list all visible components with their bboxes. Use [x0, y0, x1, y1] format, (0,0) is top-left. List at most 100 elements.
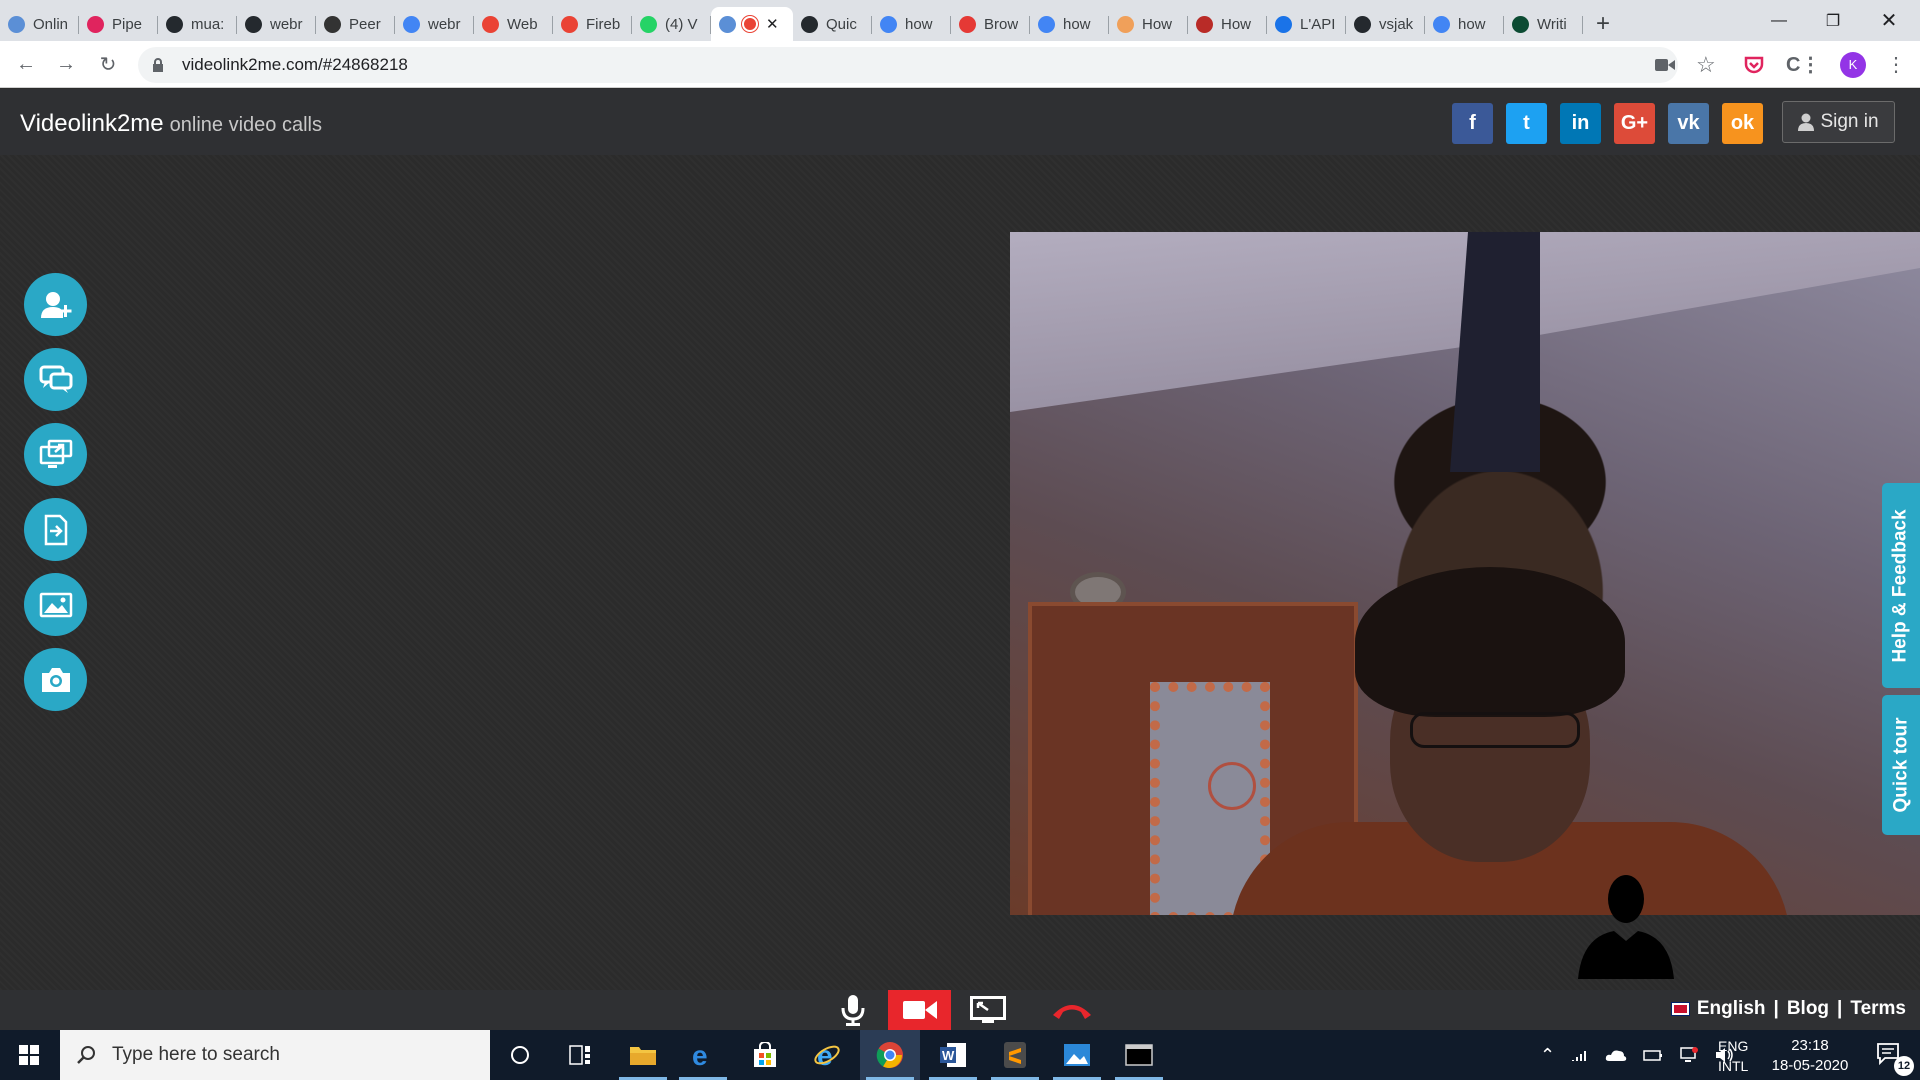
blog-link[interactable]: Blog	[1787, 998, 1829, 1020]
photos-button[interactable]	[1047, 1030, 1107, 1080]
vk-icon[interactable]: vk	[1668, 103, 1709, 144]
cortana-button[interactable]	[490, 1030, 550, 1080]
browser-tab[interactable]: mua:	[158, 7, 237, 41]
maximize-button[interactable]: ❐	[1806, 0, 1860, 41]
fullscreen-button[interactable]	[966, 990, 1010, 1030]
quick-tour-tab[interactable]: Quick tour	[1882, 695, 1920, 835]
address-bar[interactable]: videolink2me.com/#24868218	[138, 47, 1678, 83]
twitter-icon[interactable]: t	[1506, 103, 1547, 144]
tab-title: Fireb	[586, 15, 621, 33]
browser-tab[interactable]: Brow	[951, 7, 1030, 41]
chrome-button[interactable]	[860, 1030, 920, 1080]
browser-tab[interactable]: webr	[237, 7, 316, 41]
remote-video-feed[interactable]	[1010, 232, 1920, 915]
browser-tab[interactable]: Fireb	[553, 7, 632, 41]
close-tab-icon[interactable]: ✕	[766, 15, 779, 33]
minimize-button[interactable]: —	[1752, 0, 1806, 41]
taskbar-clock[interactable]: 23:18 18-05-2020	[1760, 1036, 1860, 1076]
microphone-button[interactable]	[833, 990, 873, 1030]
tab-strip: Onlin Pipe mua: webr Peer webr Web Fireb (4) V ✕ Q…	[0, 0, 1920, 41]
terminal-icon	[1125, 1044, 1153, 1066]
send-file-button[interactable]	[24, 498, 87, 561]
browser-tab[interactable]: How	[1188, 7, 1267, 41]
internet-explorer-button[interactable]: e	[797, 1030, 857, 1080]
chrome-icon	[482, 15, 499, 33]
terminal-button[interactable]	[1109, 1030, 1169, 1080]
browser-tab[interactable]: webr	[395, 7, 474, 41]
tab-title: How	[1221, 15, 1252, 33]
word-button[interactable]: W	[923, 1030, 983, 1080]
network-icon[interactable]	[1679, 1046, 1699, 1064]
browser-tab[interactable]: ✕	[711, 7, 793, 41]
lock-icon	[152, 58, 166, 72]
browser-tab[interactable]: how	[1425, 7, 1504, 41]
github-icon	[245, 15, 262, 33]
input-language-indicator[interactable]: ENG INTL	[1718, 1036, 1748, 1076]
browser-tab[interactable]: how	[872, 7, 951, 41]
forward-button[interactable]: →	[46, 44, 86, 84]
back-button[interactable]: ←	[6, 44, 46, 84]
browser-toolbar: ← → ↻ videolink2me.com/#24868218 ☆ C⋮ K …	[0, 41, 1920, 88]
browser-tab[interactable]: L'API	[1267, 7, 1346, 41]
browserling-icon	[959, 15, 976, 33]
start-button[interactable]	[0, 1030, 58, 1080]
google-plus-icon[interactable]: G+	[1614, 103, 1655, 144]
notifications-button[interactable]: 12	[1860, 1030, 1920, 1080]
file-explorer-button[interactable]	[613, 1030, 673, 1080]
profile-button[interactable]: K	[1840, 41, 1866, 88]
taskbar-search-box[interactable]: Type here to search	[60, 1030, 490, 1080]
onedrive-icon[interactable]	[1605, 1048, 1627, 1062]
tab-title: how	[1063, 15, 1091, 33]
send-image-button[interactable]	[24, 573, 87, 636]
browser-tab[interactable]: how	[1030, 7, 1109, 41]
task-view-button[interactable]	[550, 1030, 610, 1080]
browser-tab[interactable]: Writi	[1504, 7, 1583, 41]
site-brand[interactable]: Videolink2me online video calls	[20, 110, 322, 138]
search-placeholder: Type here to search	[112, 1044, 280, 1065]
reload-button[interactable]: ↻	[88, 44, 128, 84]
battery-icon[interactable]	[1643, 1048, 1663, 1062]
uk-flag-icon	[1670, 1002, 1690, 1016]
help-feedback-tab[interactable]: Help & Feedback	[1882, 483, 1920, 688]
camera-toggle-button[interactable]	[888, 990, 951, 1030]
browser-tab[interactable]: Pipe	[79, 7, 158, 41]
browser-tab[interactable]: How	[1109, 7, 1188, 41]
hang-up-button[interactable]	[1048, 990, 1096, 1030]
extension-icon[interactable]: C⋮	[1786, 41, 1820, 88]
photos-icon	[1064, 1044, 1090, 1066]
call-tools-sidebar	[24, 273, 87, 711]
sign-in-button[interactable]: Sign in	[1782, 101, 1895, 143]
snapshot-button[interactable]	[24, 648, 87, 711]
browser-tab[interactable]: Onlin	[0, 7, 79, 41]
pocket-extension-icon[interactable]	[1744, 41, 1764, 88]
video-clock	[1208, 762, 1256, 810]
invite-user-button[interactable]	[24, 273, 87, 336]
linkedin-icon[interactable]: in	[1560, 103, 1601, 144]
screen-share-button[interactable]	[24, 423, 87, 486]
chat-button[interactable]	[24, 348, 87, 411]
browser-menu-icon[interactable]: ⋮	[1886, 41, 1906, 88]
close-window-button[interactable]: ✕	[1862, 0, 1916, 41]
task-view-icon	[569, 1045, 590, 1065]
django-icon	[1512, 15, 1529, 33]
show-hidden-icons-icon[interactable]: ⌃	[1540, 1045, 1555, 1066]
wifi-icon[interactable]	[1571, 1047, 1589, 1063]
browser-tab[interactable]: Web	[474, 7, 553, 41]
google-icon	[1038, 15, 1055, 33]
browser-tab[interactable]: Quic	[793, 7, 872, 41]
edge-button[interactable]: e	[673, 1030, 733, 1080]
facebook-icon[interactable]: f	[1452, 103, 1493, 144]
terms-link[interactable]: Terms	[1850, 998, 1906, 1020]
new-tab-button[interactable]: +	[1583, 7, 1623, 41]
camera-in-use-icon[interactable]	[1655, 41, 1675, 88]
peer-icon	[324, 15, 341, 33]
sublime-text-button[interactable]	[985, 1030, 1045, 1080]
bookmark-star-icon[interactable]: ☆	[1696, 41, 1716, 88]
browser-tab[interactable]: vsjak	[1346, 7, 1425, 41]
browser-tab[interactable]: Peer	[316, 7, 395, 41]
file-send-icon	[44, 514, 67, 545]
store-button[interactable]	[735, 1030, 795, 1080]
language-link[interactable]: English	[1697, 998, 1766, 1020]
browser-tab[interactable]: (4) V	[632, 7, 711, 41]
odnoklassniki-icon[interactable]: ok	[1722, 103, 1763, 144]
